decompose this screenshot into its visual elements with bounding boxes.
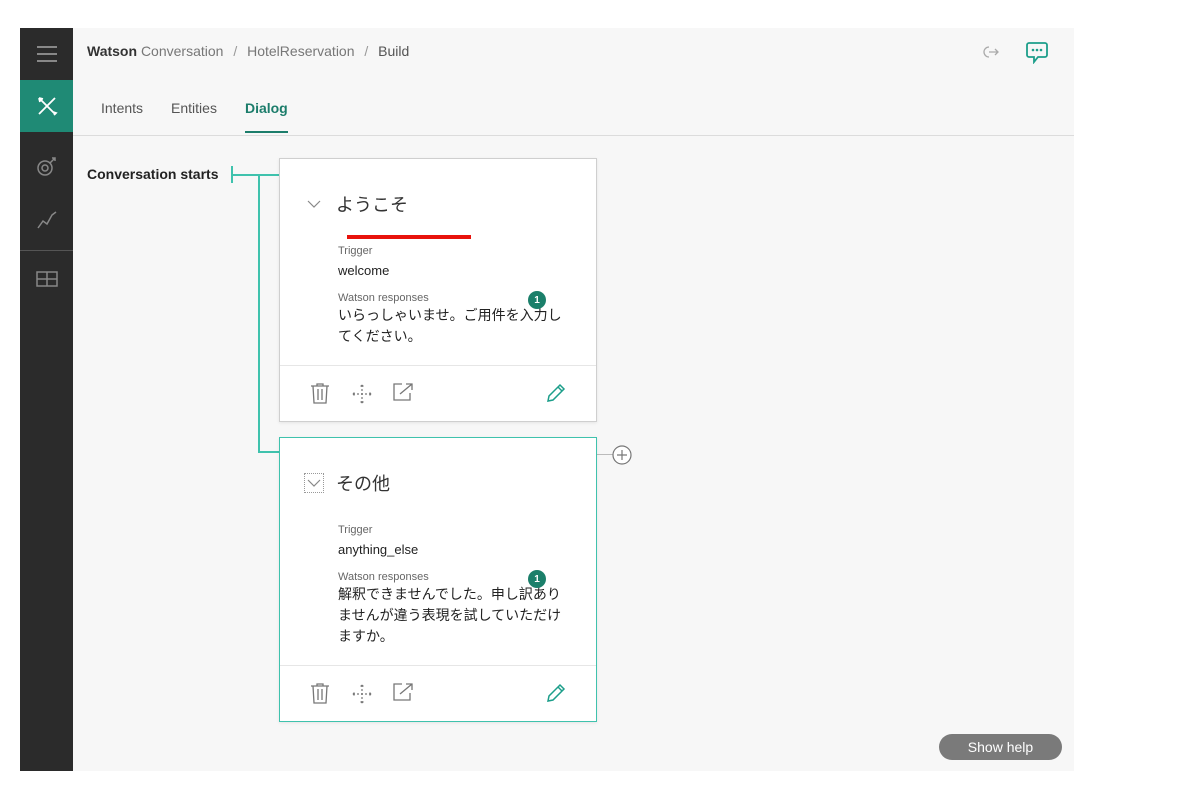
breadcrumb-brand: Watson [87,43,138,59]
dialog-node-welcome[interactable]: ようこそ Trigger welcome Watson responses 1 … [279,158,597,422]
jump-to-icon [393,383,413,401]
jump-to-button[interactable] [392,682,414,707]
node-title: その他 [336,474,390,494]
tab-intents[interactable]: Intents [101,100,143,132]
chevron-down-icon [307,479,321,487]
move-button[interactable] [350,682,374,711]
response-count-badge: 1 [528,570,546,588]
trigger-value: anything_else [338,542,419,557]
move-icon [352,684,372,704]
response-text: いらっしゃいませ。ご用件を入力してください。 [338,307,562,344]
pencil-icon [547,383,566,402]
red-annotation-underline [347,235,471,239]
node-actions [280,665,596,721]
tools-icon [37,97,58,116]
tree-trunk [258,174,260,453]
menu-button[interactable] [20,28,73,80]
breadcrumb-current: Build [378,43,410,59]
analytics-icon [36,211,56,229]
tab-bar: Intents Entities Dialog [101,100,316,133]
trigger-value: welcome [338,263,390,278]
edit-button[interactable] [545,382,567,409]
delete-button[interactable] [310,682,330,709]
deploy-arrow-button[interactable] [983,45,999,64]
delete-button[interactable] [310,382,330,409]
sidebar [20,28,73,771]
tab-entities[interactable]: Entities [171,100,217,132]
trash-icon [311,683,329,704]
app-window: Watson Conversation / HotelReservation /… [20,28,1074,771]
jump-to-icon [393,683,413,701]
sidebar-item-analytics[interactable] [20,194,73,246]
pencil-icon [547,683,566,702]
node-title: ようこそ [336,195,408,215]
tab-dialog[interactable]: Dialog [244,100,288,133]
response-text: 解釈できませんでした。申し訳ありませんが違う表現を試していただけますか。 [338,586,562,644]
collapse-toggle[interactable] [304,194,324,214]
trash-icon [311,383,329,404]
deploy-icon [35,271,58,287]
breadcrumb-service[interactable]: Conversation [141,43,224,59]
breadcrumb-separator: / [233,43,238,59]
plus-circle-icon [612,445,632,465]
edit-button[interactable] [545,682,567,709]
tree-connector [258,451,279,453]
menu-icon [36,46,57,62]
header: Watson Conversation / HotelReservation /… [73,28,1074,136]
breadcrumb-separator: / [364,43,369,59]
sidebar-item-improve[interactable] [20,140,73,192]
deploy-arrow-icon [983,46,999,58]
chevron-down-icon [307,200,321,208]
sidebar-divider [20,250,73,251]
conversation-starts-label: Conversation starts [87,166,219,182]
try-it-button[interactable] [1025,40,1049,69]
sidebar-item-deploy[interactable] [20,253,73,305]
tree-connector [231,174,279,176]
improve-icon [36,157,56,176]
breadcrumb: Watson Conversation / HotelReservation /… [87,43,409,59]
jump-to-button[interactable] [392,382,414,407]
trigger-label: Trigger [338,524,373,536]
response-count-badge: 1 [528,291,546,309]
dialog-node-anything-else[interactable]: その他 Trigger anything_else Watson respons… [279,437,597,722]
trigger-label: Trigger [338,245,373,257]
node-actions [280,365,596,421]
add-node-button[interactable] [612,445,632,470]
move-icon [352,384,372,404]
move-button[interactable] [350,382,374,411]
show-help-button[interactable]: Show help [939,734,1062,760]
chat-icon [1026,42,1048,65]
collapse-toggle[interactable] [304,473,324,493]
breadcrumb-workspace[interactable]: HotelReservation [247,43,354,59]
sidebar-item-build[interactable] [20,80,73,132]
